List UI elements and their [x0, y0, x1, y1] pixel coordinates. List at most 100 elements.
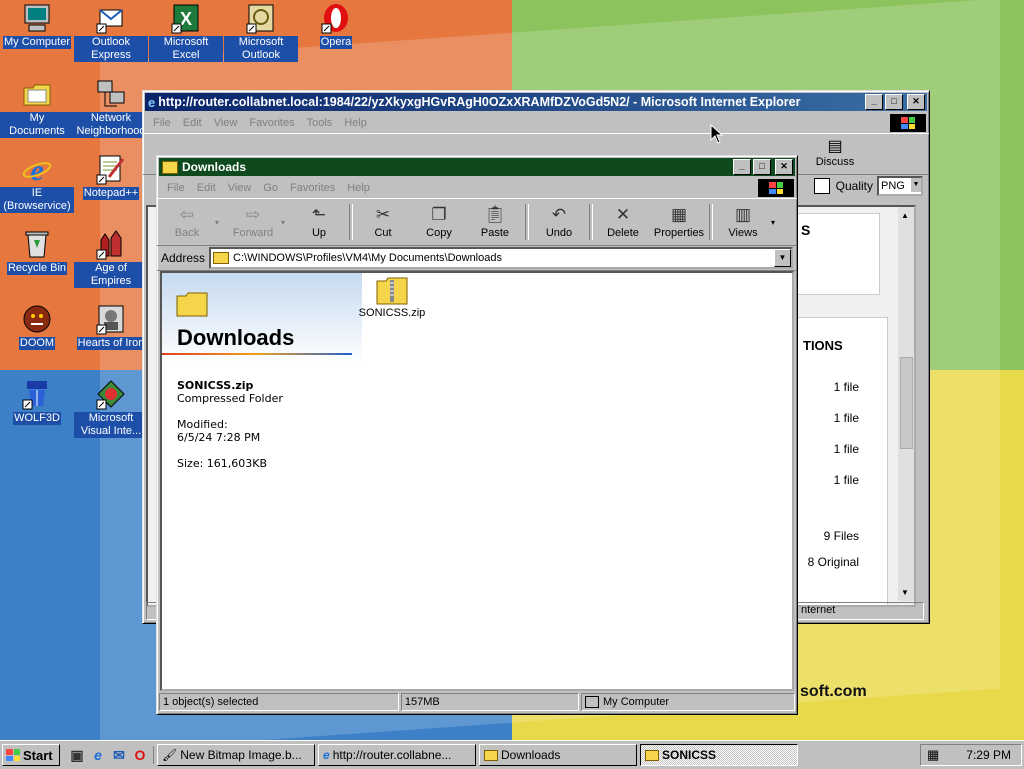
desktop-icon-wolf3d[interactable]: WOLF3D — [0, 378, 74, 425]
internet-explorer-icon[interactable]: e — [89, 746, 107, 764]
desktop-icon-notepadpp[interactable]: Notepad++ — [74, 153, 148, 200]
desktop-icon-age-of-empires[interactable]: Age of Empires — [74, 228, 148, 288]
ie-menu-view[interactable]: View — [208, 117, 244, 129]
properties-button[interactable]: ▦ Properties — [651, 205, 707, 239]
taskbar-task-ie[interactable]: e http://router.collabne... — [318, 744, 476, 766]
taskbar-task-downloads[interactable]: Downloads — [479, 744, 637, 766]
delete-button[interactable]: ✕ Delete — [595, 205, 651, 239]
task-label: New Bitmap Image.b... — [180, 748, 302, 762]
downloads-title-bar[interactable]: Downloads _ □ ✕ — [159, 158, 795, 176]
menu-help[interactable]: Help — [341, 182, 376, 194]
back-button[interactable]: ⇦ Back — [159, 205, 215, 239]
folder-icon — [484, 749, 498, 761]
ie-card-sections: TIONS 1 file 1 file 1 file 1 file 9 File… — [788, 317, 888, 605]
selected-file-name: SONICSS.zip — [177, 379, 254, 392]
ie-menu-tools[interactable]: Tools — [301, 117, 339, 129]
desktop-icon-label: My Documents — [0, 112, 74, 138]
ie-window-title: http://router.collabnet.local:1984/22/yz… — [158, 95, 801, 109]
desktop-icon-label: Notepad++ — [82, 187, 140, 200]
file-count: 1 file — [833, 442, 859, 456]
scroll-down-icon[interactable]: ▼ — [901, 588, 909, 597]
folder-icon — [213, 252, 230, 264]
desktop-icon-doom[interactable]: DOOM — [0, 303, 74, 350]
forward-dropdown-icon[interactable]: ▾ — [281, 218, 291, 227]
ie-menu-favorites[interactable]: Favorites — [243, 117, 300, 129]
task-label: http://router.collabne... — [332, 748, 452, 762]
address-dropdown-icon[interactable]: ▼ — [774, 249, 791, 267]
menu-edit[interactable]: Edit — [191, 182, 222, 194]
ie-menu-help[interactable]: Help — [338, 117, 373, 129]
opera-icon[interactable]: O — [131, 746, 149, 764]
scroll-thumb[interactable] — [900, 357, 913, 449]
file-item-sonicss[interactable]: SONICSS.zip — [352, 277, 432, 319]
svg-text:X: X — [180, 9, 192, 29]
taskbar: Start ▣ e ✉ O 🖌︎ New Bitmap Image.b... eh… — [0, 740, 1024, 769]
desktop-icon-outlook-express[interactable]: Outlook Express — [74, 2, 148, 62]
ie-scrollbar[interactable]: ▲ ▼ — [898, 207, 914, 601]
up-folder-icon: ⬑ — [311, 205, 327, 224]
start-button[interactable]: Start — [2, 744, 60, 766]
desktop-icon-outlook[interactable]: Microsoft Outlook — [224, 2, 298, 62]
discuss-button[interactable]: ▤ Discuss — [807, 136, 863, 168]
taskbar-task-bitmap[interactable]: 🖌︎ New Bitmap Image.b... — [157, 744, 315, 766]
doom-icon — [21, 303, 53, 335]
back-dropdown-icon[interactable]: ▾ — [215, 218, 225, 227]
paste-button[interactable]: 📋︎ Paste — [467, 205, 523, 239]
network-icon — [95, 78, 127, 110]
quality-dropdown-icon[interactable]: ▼ — [911, 178, 921, 192]
discuss-icon: ▤ — [827, 138, 843, 155]
selection-details: SONICSS.zip Compressed Folder Modified: … — [177, 379, 283, 470]
address-input[interactable]: C:\WINDOWS\Profiles\VM4\My Documents\Dow… — [209, 247, 793, 269]
views-button[interactable]: ▥ Views — [715, 205, 771, 239]
downloads-window[interactable]: Downloads _ □ ✕ File Edit View Go Favori… — [156, 155, 798, 715]
maximize-button[interactable]: □ — [885, 94, 903, 110]
desktop-icon-excel[interactable]: X Microsoft Excel — [149, 2, 223, 62]
undo-label: Undo — [545, 227, 573, 239]
maximize-button[interactable]: □ — [753, 159, 771, 175]
quality-select[interactable]: PNG ▼ — [877, 176, 923, 196]
desktop-icon-my-computer[interactable]: My Computer — [0, 2, 74, 49]
up-button[interactable]: ⬑ Up — [291, 205, 347, 239]
desktop: My Computer Outlook Express X Microsoft … — [0, 0, 1024, 740]
scroll-up-icon[interactable]: ▲ — [901, 211, 909, 220]
show-desktop-icon[interactable]: ▣ — [68, 746, 86, 764]
task-label: SONICSS — [662, 748, 717, 762]
scheduler-icon[interactable]: ▦ — [927, 747, 939, 763]
menu-go[interactable]: Go — [257, 182, 284, 194]
desktop-icon-hearts-of-iron[interactable]: Hearts of Iron — [74, 303, 148, 350]
clock[interactable]: 7:29 PM — [966, 748, 1011, 762]
copy-button[interactable]: ❐ Copy — [411, 205, 467, 239]
desktop-icon-my-documents[interactable]: My Documents — [0, 78, 74, 138]
ie-menu-edit[interactable]: Edit — [177, 117, 208, 129]
desktop-icon-label: Age of Empires — [74, 262, 148, 288]
scissors-icon: ✂ — [375, 205, 391, 224]
save-icon[interactable] — [813, 178, 830, 194]
ie-menu-file[interactable]: File — [147, 117, 177, 129]
internet-explorer-icon: e — [323, 748, 330, 762]
menu-favorites[interactable]: Favorites — [284, 182, 341, 194]
undo-button[interactable]: ↶ Undo — [531, 205, 587, 239]
folder-icon — [645, 749, 659, 761]
desktop-icon-visual-interdev[interactable]: Microsoft Visual Inte... — [74, 378, 148, 438]
cut-button[interactable]: ✂ Cut — [355, 205, 411, 239]
outlook-express-icon[interactable]: ✉ — [110, 746, 128, 764]
ie-title-bar[interactable]: e http://router.collabnet.local:1984/22/… — [145, 93, 927, 111]
forward-button[interactable]: ⇨ Forward — [225, 205, 281, 239]
desktop-icon-recycle-bin[interactable]: Recycle Bin — [0, 228, 74, 275]
menu-view[interactable]: View — [222, 182, 258, 194]
taskbar-task-sonicss[interactable]: SONICSS — [640, 744, 798, 766]
forward-arrow-icon: ⇨ — [245, 205, 261, 224]
close-button[interactable]: ✕ — [907, 94, 925, 110]
minimize-button[interactable]: _ — [865, 94, 883, 110]
minimize-button[interactable]: _ — [733, 159, 751, 175]
size-text: Size: 161,603KB — [177, 457, 268, 470]
menu-file[interactable]: File — [161, 182, 191, 194]
desktop-icon-opera[interactable]: Opera — [299, 2, 373, 49]
windows-logo-icon — [758, 179, 794, 197]
copy-icon: ❐ — [431, 205, 447, 224]
desktop-icon-label: Microsoft Visual Inte... — [74, 412, 148, 438]
close-button[interactable]: ✕ — [775, 159, 793, 175]
desktop-icon-network-neighborhood[interactable]: Network Neighborhood — [74, 78, 148, 138]
desktop-icon-ie-browservice[interactable]: e IE (Browservice) — [0, 153, 74, 213]
views-dropdown-icon[interactable]: ▾ — [771, 218, 785, 227]
